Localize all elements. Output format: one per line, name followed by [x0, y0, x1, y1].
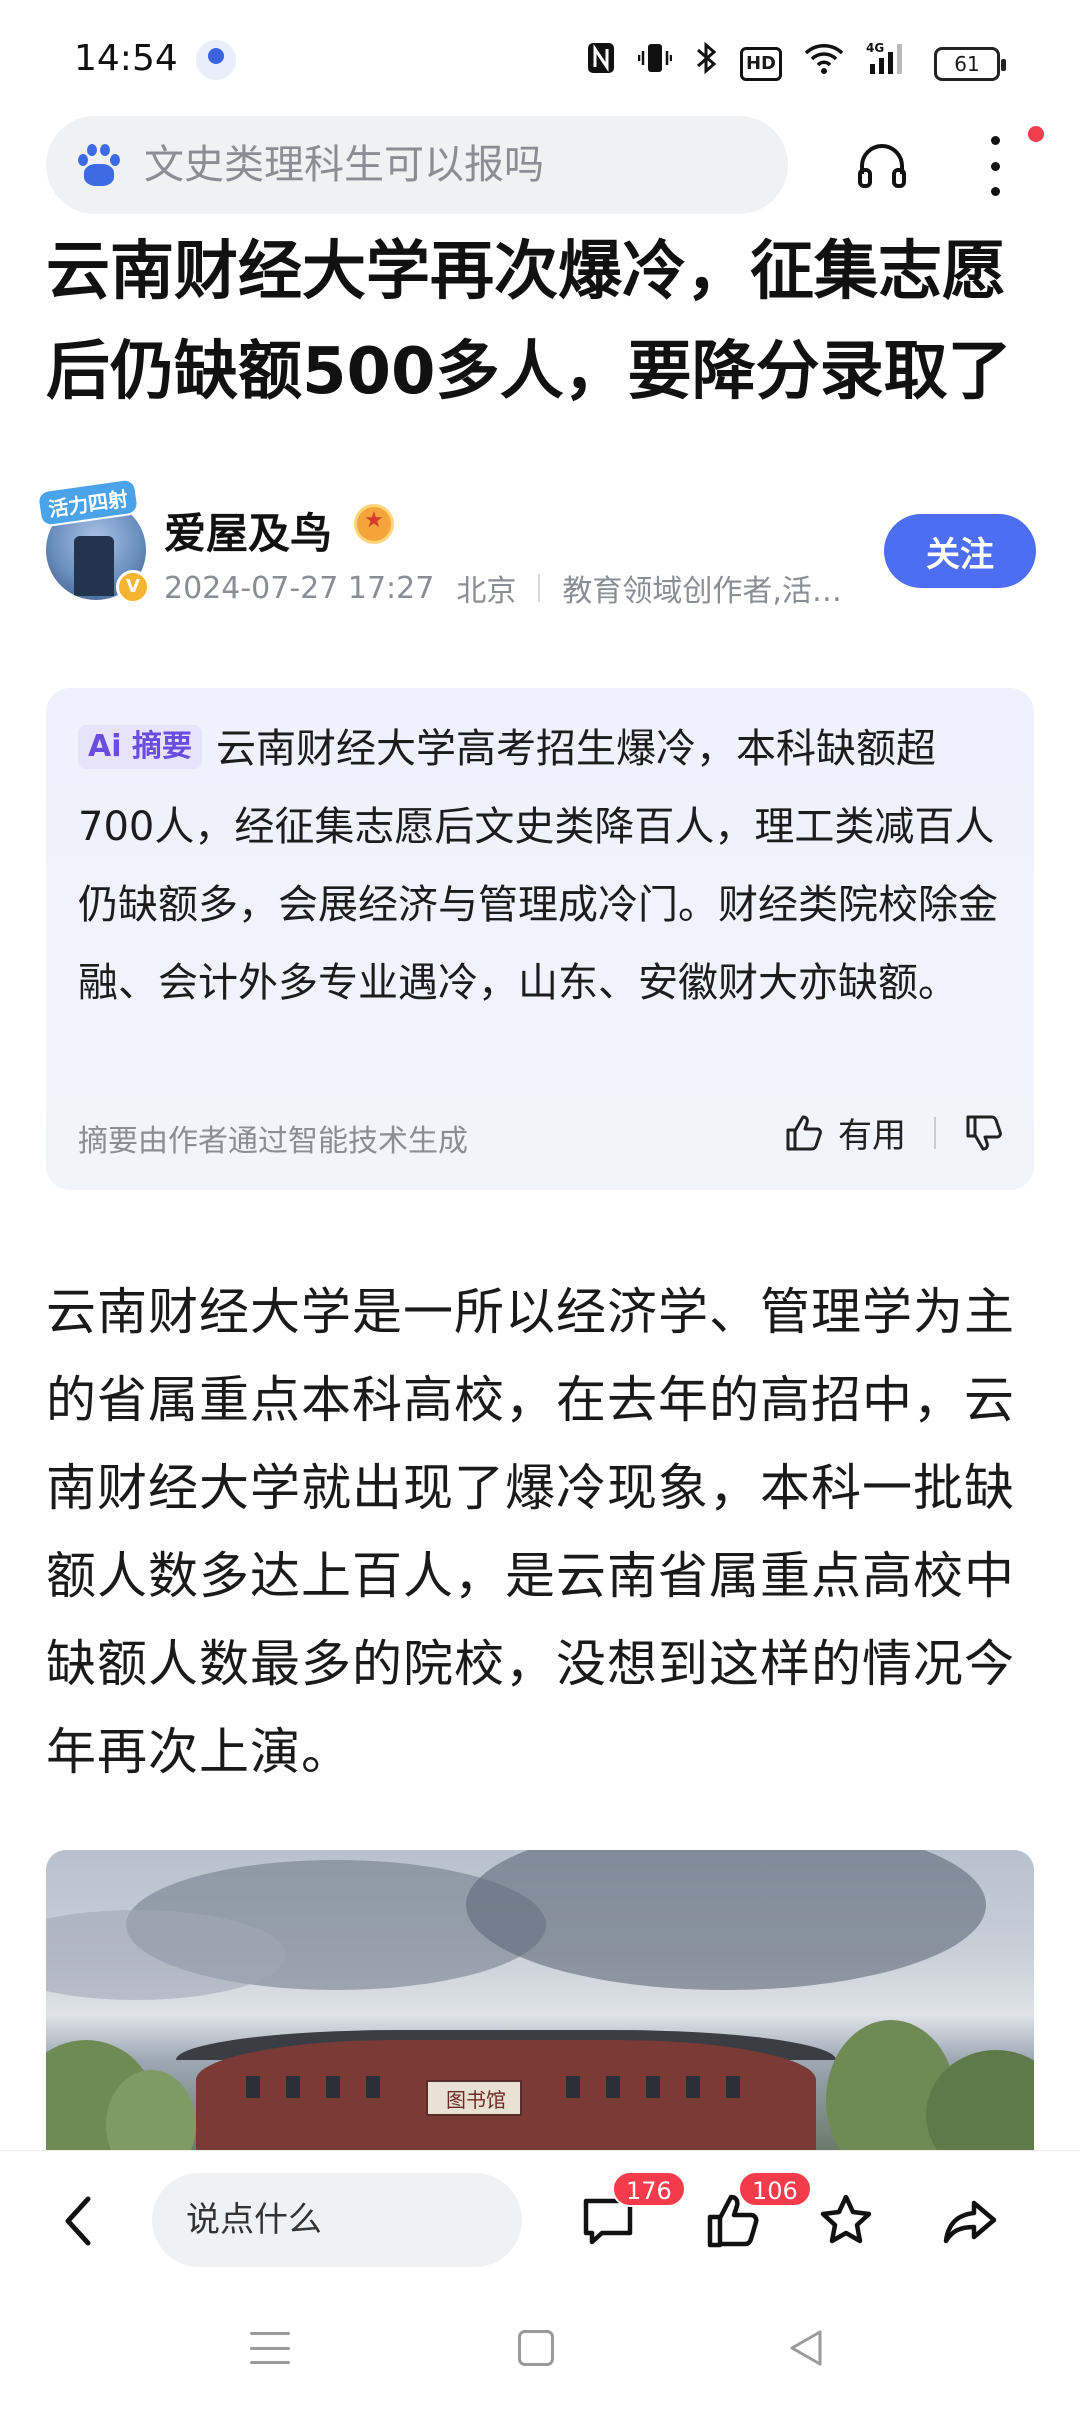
follow-button[interactable]: 关注	[884, 514, 1036, 588]
author-meta: 2024-07-27 17:27 北京 教育领域创作者,活…	[164, 566, 842, 610]
svg-text:图书馆: 图书馆	[446, 2088, 506, 2112]
publish-datetime: 2024-07-27 17:27	[164, 570, 435, 606]
article-title: 云南财经大学再次爆冷，征集志愿后仍缺额500多人，要降分录取了	[46, 235, 1012, 409]
search-bar[interactable]	[46, 116, 788, 214]
thumbs-up-icon[interactable]	[784, 1113, 824, 1153]
nfc-icon	[586, 41, 616, 86]
like-count-badge: 106	[738, 2171, 812, 2207]
author-row: 活力四射 V 爱屋及鸟 2024-07-27 17:27 北京 教育领域创作者,…	[35, 477, 1046, 610]
ai-summary-badge: Ai 摘要	[78, 725, 202, 769]
comment-count-badge: 176	[612, 2171, 686, 2207]
bottom-action-bar: 176 106	[0, 2150, 1080, 2280]
back-arrow-icon[interactable]	[58, 2191, 98, 2251]
ai-summary-footer: 摘要由作者通过智能技术生成	[78, 1124, 468, 1159]
favorite-star-icon[interactable]	[816, 2191, 876, 2251]
feedback-divider	[934, 1116, 936, 1149]
verified-badge-icon: V	[116, 570, 150, 604]
ai-summary-body: Ai 摘要 云南财经大学高考招生爆冷，本科缺额超700人，经征集志愿后文史类降百人…	[78, 710, 1008, 1022]
summary-feedback: 有用	[784, 1108, 1004, 1157]
comment-input[interactable]	[152, 2173, 522, 2267]
comment-button[interactable]: 176	[578, 2171, 686, 2251]
thumbs-down-icon[interactable]	[964, 1113, 1004, 1153]
status-icons: HD 4G 61	[586, 40, 1006, 87]
publish-location: 北京	[456, 574, 517, 609]
author-name[interactable]: 爱屋及鸟	[164, 500, 332, 561]
author-avatar[interactable]: 活力四射 V	[35, 477, 156, 608]
home-icon[interactable]	[518, 2330, 554, 2366]
library-sign: 图书馆	[426, 2080, 522, 2116]
author-medal-icon	[354, 504, 394, 544]
top-bar	[0, 116, 1080, 218]
svg-text:4G: 4G	[866, 41, 884, 55]
notification-dot	[1028, 126, 1044, 142]
ai-summary-text: 云南财经大学高考招生爆冷，本科缺额超700人，经征集志愿后文史类降百人，理工类减…	[78, 726, 998, 1006]
more-options-icon[interactable]	[980, 136, 1010, 196]
system-nav-bar	[0, 2280, 1080, 2412]
app-notification-icon	[196, 40, 236, 80]
nav-back-icon[interactable]	[786, 2328, 826, 2368]
bluetooth-icon	[694, 40, 718, 87]
baidu-paw-icon	[76, 142, 122, 188]
search-input[interactable]	[144, 142, 744, 188]
useful-label[interactable]: 有用	[838, 1108, 906, 1157]
hd-icon: HD	[739, 46, 782, 81]
listen-headphones-icon[interactable]	[856, 140, 908, 192]
signal-icon: 4G	[866, 40, 912, 87]
share-icon[interactable]	[940, 2191, 1000, 2251]
like-button[interactable]: 106	[704, 2171, 812, 2251]
meta-divider	[538, 574, 541, 602]
article-photo[interactable]: 图书馆	[46, 1850, 1034, 2150]
vibrate-icon	[637, 41, 673, 86]
status-bar: 14:54 HD 4G 61	[0, 0, 1080, 120]
status-time: 14:54	[74, 38, 178, 79]
ai-summary-card: Ai 摘要 云南财经大学高考招生爆冷，本科缺额超700人，经征集志愿后文史类降百人…	[46, 688, 1034, 1190]
article-body: 云南财经大学是一所以经济学、管理学为主的省属重点本科高校，在去年的高招中，云南财…	[46, 1283, 1015, 1781]
author-description: 教育领域创作者,活…	[562, 574, 842, 609]
wifi-icon	[804, 41, 844, 86]
recent-apps-icon[interactable]	[250, 2332, 290, 2364]
battery-icon: 61	[934, 46, 1006, 81]
